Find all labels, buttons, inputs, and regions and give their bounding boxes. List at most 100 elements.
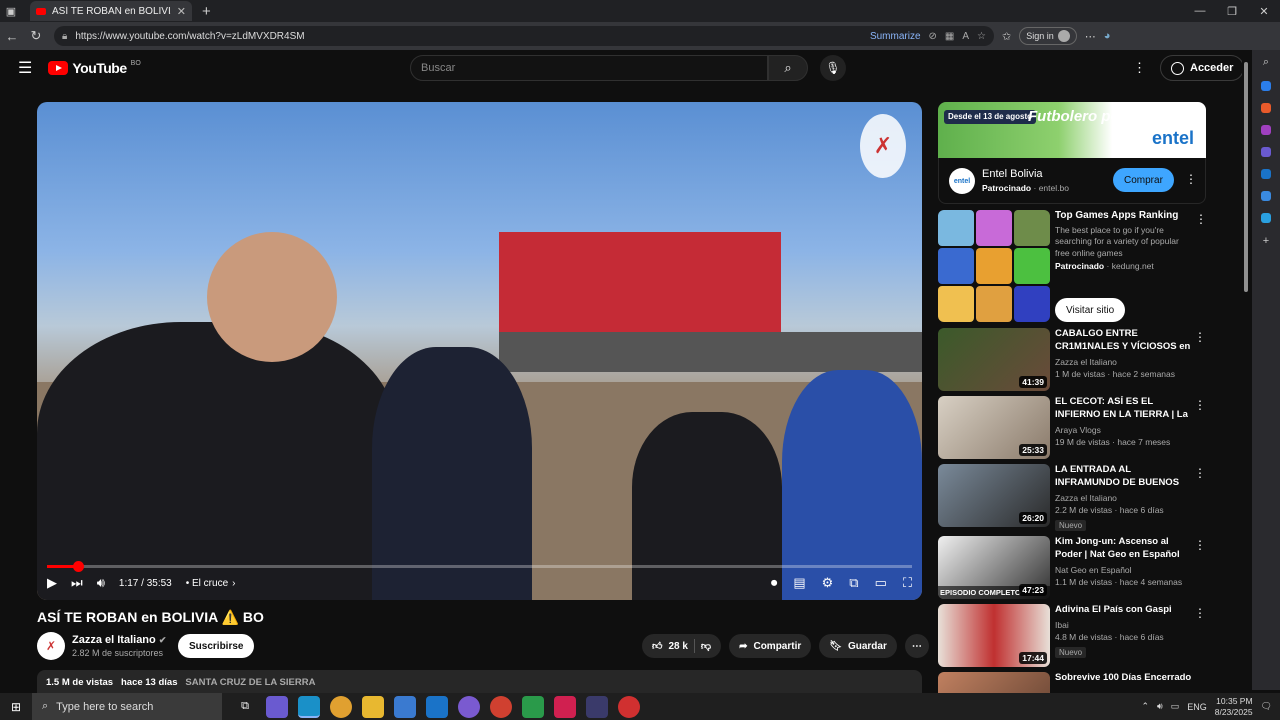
share-button[interactable]: ➦ Compartir [729,634,812,658]
url-text[interactable]: https://www.youtube.com/watch?v=zLdMVXDR… [75,31,862,42]
volume-tray-icon[interactable]: 🔊︎ [1157,701,1163,712]
reload-icon[interactable]: ↻ [24,28,48,44]
office-icon[interactable] [1261,191,1271,201]
visit-site-button[interactable]: Visitar sitio [1055,298,1126,322]
recommendation-channel[interactable]: Araya Vlogs [1055,425,1193,435]
progress-bar[interactable] [47,561,912,572]
store-app-icon[interactable] [394,695,416,718]
recommendation-title[interactable]: Adivina El País con Gaspi [1055,604,1193,617]
copilot-app-icon[interactable] [266,695,288,718]
sheets-app-icon[interactable] [522,695,544,718]
chapter-button[interactable]: • El cruce [186,578,228,589]
chrome-profile-app-icon[interactable] [490,695,512,718]
file-explorer-icon[interactable] [362,695,384,718]
site-info-icon[interactable]: 🔒︎ [62,31,67,42]
recommendation-item[interactable]: EPISODIO COMPLETO 47:23 Kim Jong-un: Asc… [938,536,1206,600]
theater-mode-icon[interactable]: ▭ [875,575,887,591]
app-icon[interactable] [586,695,608,718]
recommendation-info[interactable]: Kim Jong-un: Ascenso al Poder | Nat Geo … [1055,536,1193,587]
fullscreen-icon[interactable]: ⛶ [903,575,912,591]
video-thumbnail[interactable]: 41:39 [938,328,1050,391]
youtube-logo[interactable]: YouTube BO [48,60,141,76]
settings-gear-icon[interactable]: ⚙ [822,575,834,591]
maximize-icon[interactable]: ❐ [1216,0,1248,22]
save-button[interactable]: 🔖︎ Guardar [819,634,897,658]
outlook-app-icon[interactable] [426,695,448,718]
video-thumbnail[interactable]: EPISODIO COMPLETO 47:23 [938,536,1050,599]
video-thumbnail[interactable]: 26:20 [938,464,1050,527]
tiktok-app-icon[interactable] [554,695,576,718]
recommendation-channel[interactable]: Zazza el Italiano [1055,493,1193,503]
voice-search-button[interactable]: 🎙︎ [820,55,846,81]
tools-icon[interactable] [1261,103,1271,113]
ad-games-thumbnail[interactable] [938,210,1050,322]
video-thumbnail[interactable] [938,672,1050,693]
search-sidebar-icon[interactable]: ⌕ [1263,56,1269,69]
ad-banner-image[interactable]: Desde el 13 de agosto Futbolero postpago… [938,102,1206,158]
chrome-app-icon[interactable] [330,695,352,718]
settings-kebab-icon[interactable]: ⋮ [1133,60,1146,76]
close-window-icon[interactable]: ✕ [1248,0,1280,22]
lang-indicator[interactable]: ENG [1187,702,1207,712]
page-scrollbar[interactable] [1242,50,1250,690]
favorite-star-icon[interactable]: ☆ [977,31,986,42]
recommendation-title[interactable]: Kim Jong-un: Ascenso al Poder | Nat Geo … [1055,536,1193,562]
signin-button[interactable]: Acceder [1160,55,1245,81]
send-icon[interactable] [1261,213,1271,223]
scrollbar-thumb[interactable] [1244,62,1248,292]
like-count[interactable]: 28 k [668,641,687,652]
ad-kebab-icon[interactable]: ⋮ [1185,172,1197,186]
recommendation-kebab-icon[interactable]: ⋮ [1194,606,1206,620]
recommendation-item[interactable]: 26:20 LA ENTRADA AL INFRAMUNDO DE BUENOS… [938,464,1206,531]
video-thumbnail[interactable]: 25:33 [938,396,1050,459]
channel-name[interactable]: Zazza el Italiano ✔ [72,634,166,646]
browser-menu-icon[interactable]: ⋯ [1085,30,1096,43]
browser-signin-button[interactable]: Sign in [1019,27,1077,45]
ad-cta-button[interactable]: Comprar [1113,168,1174,192]
task-view-icon[interactable]: ⧉ [234,696,256,718]
copilot-icon[interactable]: ◕ [1104,30,1111,42]
back-icon[interactable]: ← [0,29,24,44]
ad-card[interactable]: entel Entel Bolivia Patrocinado · entel.… [938,158,1206,204]
channel-watermark-icon[interactable]: ✗ [860,114,906,178]
recommendation-info[interactable]: LA ENTRADA AL INFRAMUNDO DE BUENOS AIRES… [1055,464,1193,533]
show-hidden-icon[interactable]: ⌃ [1141,701,1149,712]
recommendation-channel[interactable]: Nat Geo en Español [1055,565,1193,575]
volume-icon[interactable]: 🔊︎ [97,575,105,591]
dislike-icon[interactable]: 👎︎ [701,640,711,652]
play-icon[interactable]: ▶ [47,575,57,591]
more-actions-button[interactable]: ⋯ [904,634,929,658]
recommendation-title[interactable]: EL CECOT: ASÍ ES EL INFIERNO EN LA TIERR… [1055,396,1193,422]
miniplayer-icon[interactable]: ⧉ [849,575,858,591]
hamburger-menu-icon[interactable]: ☰ [18,58,32,78]
location-link[interactable]: SANTA CRUZ DE LA SIERRA [185,677,315,688]
omnibox[interactable]: 🔒︎ https://www.youtube.com/watch?v=zLdMV… [54,26,994,46]
ad-games-kebab-icon[interactable]: ⋮ [1195,212,1207,226]
edge-app-icon[interactable] [298,695,320,718]
copilot-sidebar-icon[interactable] [1261,147,1271,157]
read-aloud-icon[interactable]: A [962,31,969,42]
recommendation-info[interactable]: EL CECOT: ASÍ ES EL INFIERNO EN LA TIERR… [1055,396,1193,447]
recommendation-kebab-icon[interactable]: ⋮ [1194,538,1206,552]
shopping-icon[interactable] [1261,81,1271,91]
network-icon[interactable]: ▭ [1171,701,1180,712]
subtitles-icon[interactable]: ▤ [793,575,805,591]
outlook-icon[interactable] [1261,169,1271,179]
browser-tab[interactable]: ASÍ TE ROBAN en BOLIVIA ⚠️ BO ✕ [30,1,192,21]
subscribe-button[interactable]: Suscribirse [178,634,255,658]
tracking-icon[interactable]: ⊘ [929,31,937,42]
recommendation-kebab-icon[interactable]: ⋮ [1194,466,1206,480]
search-input[interactable]: Buscar [410,55,768,81]
video-player[interactable]: ✗ ▶ ⏭ 🔊︎ 1:17 / 35:53 • El cruce › ⏺ ▤ ⚙… [37,102,922,600]
app-icon[interactable] [618,695,640,718]
recommendation-title[interactable]: LA ENTRADA AL INFRAMUNDO DE BUENOS AIRES… [1055,464,1193,490]
recommendation-item[interactable]: Sobrevive 100 Días Encerrado [938,672,1206,693]
summarize-button[interactable]: Summarize [870,31,921,42]
recommendation-item[interactable]: 17:44 Adivina El País con Gaspi Ibai 4.8… [938,604,1206,668]
taskbar-search[interactable]: ⌕ Type here to search [32,693,222,720]
recommendation-kebab-icon[interactable]: ⋮ [1194,330,1206,344]
minimize-icon[interactable]: — [1184,0,1216,22]
like-icon[interactable]: 👍︎ [652,640,662,652]
recommendation-info[interactable]: CABALGO ENTRE CR1M1NALES Y VÍCIOSOS en .… [1055,328,1193,379]
next-icon[interactable]: ⏭ [71,575,83,591]
